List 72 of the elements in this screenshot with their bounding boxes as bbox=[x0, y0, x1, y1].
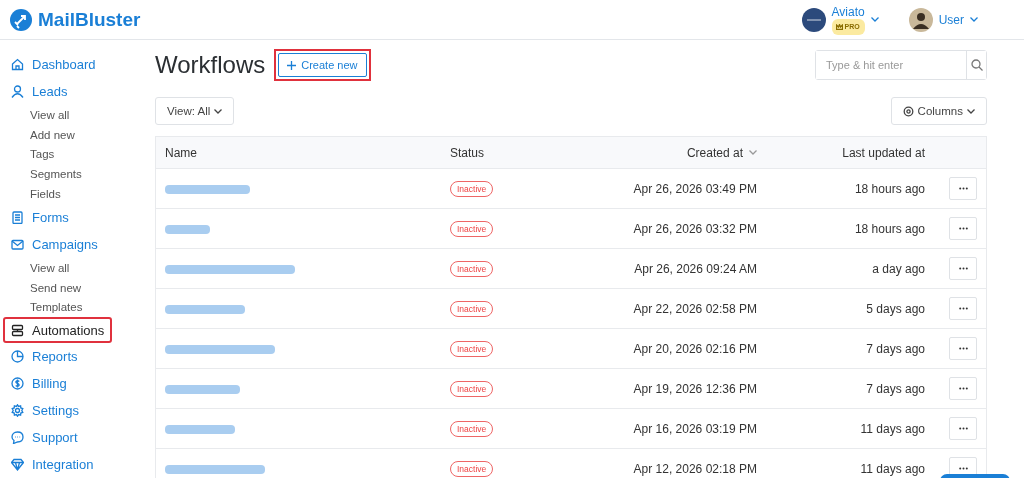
sidebar-item[interactable]: Leads bbox=[5, 78, 74, 105]
table-cell: 7 days ago bbox=[766, 328, 934, 369]
more-icon bbox=[958, 227, 968, 230]
more-icon bbox=[958, 467, 968, 470]
chevron-down-icon bbox=[970, 17, 978, 22]
sidebar-item[interactable]: Support bbox=[5, 424, 84, 452]
chat-icon bbox=[11, 431, 24, 445]
sidebar-item[interactable]: Dashboard bbox=[5, 51, 102, 78]
crown-icon bbox=[835, 23, 843, 30]
table-cell: Apr 26, 2026 09:24 AM bbox=[539, 248, 766, 289]
sidebar-subitem[interactable]: Send new bbox=[5, 277, 140, 298]
table-cell: a day ago bbox=[766, 248, 934, 289]
chevron-down-icon bbox=[967, 108, 975, 114]
sidebar-subitem[interactable]: Tags bbox=[5, 144, 140, 165]
table-cell: 11 days ago bbox=[766, 448, 934, 478]
search-button[interactable] bbox=[966, 51, 986, 79]
page-title: Workflows bbox=[155, 51, 266, 79]
table-cell: Apr 16, 2026 03:19 PM bbox=[539, 408, 766, 449]
person-icon bbox=[11, 85, 24, 98]
column-header[interactable]: Name bbox=[165, 145, 197, 160]
sidebar-item[interactable]: Automations bbox=[5, 319, 111, 342]
brand-name: MailBluster bbox=[38, 8, 141, 31]
more-icon bbox=[958, 267, 968, 270]
column-header[interactable]: Created at bbox=[686, 145, 757, 160]
create-new-button[interactable]: Create new bbox=[278, 53, 367, 77]
table-cell: Apr 20, 2026 02:16 PM bbox=[539, 328, 766, 369]
form-icon bbox=[11, 211, 24, 224]
more-icon bbox=[958, 187, 968, 190]
more-icon bbox=[958, 427, 968, 430]
chevron-down-icon bbox=[870, 17, 879, 22]
envelope-icon bbox=[11, 238, 24, 251]
sidebar-item[interactable]: Settings bbox=[5, 397, 85, 425]
pie-chart-icon bbox=[11, 350, 24, 364]
sort-caret-icon bbox=[749, 150, 757, 155]
sidebar-item[interactable]: Integration bbox=[5, 451, 100, 478]
diamond-icon bbox=[11, 458, 24, 472]
search-field[interactable]: Type & hit enter bbox=[815, 50, 987, 80]
table-cell: 18 hours ago bbox=[766, 208, 934, 249]
sidebar-item[interactable]: Reports bbox=[5, 343, 84, 371]
sidebar-subitem[interactable]: Add new bbox=[5, 124, 140, 145]
automation-icon bbox=[11, 323, 24, 337]
table-cell: Apr 22, 2026 02:58 PM bbox=[539, 288, 766, 329]
table-cell: Apr 26, 2026 03:32 PM bbox=[539, 208, 766, 249]
table-cell: 5 days ago bbox=[766, 288, 934, 329]
dollar-icon bbox=[11, 377, 24, 391]
sidebar-item[interactable]: Campaigns bbox=[5, 231, 104, 258]
sidebar-subitem[interactable]: View all bbox=[5, 105, 140, 125]
plus-icon bbox=[287, 60, 297, 70]
column-header[interactable]: Status bbox=[450, 145, 485, 160]
table-cell: 18 hours ago bbox=[766, 168, 934, 209]
table-cell: Apr 12, 2026 02:18 PM bbox=[539, 448, 766, 478]
more-icon bbox=[958, 387, 968, 390]
table-cell: Apr 26, 2026 03:49 PM bbox=[539, 168, 766, 209]
sidebar-item[interactable]: Billing bbox=[5, 370, 73, 398]
sidebar-subitem[interactable]: View all bbox=[5, 258, 140, 278]
sidebar-item[interactable]: Forms bbox=[5, 204, 75, 231]
chevron-down-icon bbox=[214, 108, 223, 114]
view-filter-dropdown[interactable]: View: All bbox=[155, 97, 235, 125]
table-cell: 7 days ago bbox=[766, 368, 934, 409]
sidebar-subitem[interactable]: Templates bbox=[5, 297, 140, 318]
table-cell: 11 days ago bbox=[766, 408, 934, 449]
more-icon bbox=[958, 347, 968, 350]
sidebar-subitem[interactable]: Fields bbox=[5, 184, 140, 204]
user-avatar-icon bbox=[908, 7, 933, 32]
home-icon bbox=[11, 58, 24, 71]
search-icon bbox=[970, 59, 983, 71]
table-cell: Apr 19, 2026 12:36 PM bbox=[539, 368, 766, 409]
sidebar-subitem[interactable]: Segments bbox=[5, 164, 140, 185]
user-menu[interactable]: User bbox=[908, 7, 978, 32]
more-icon bbox=[958, 307, 968, 310]
company-logo-icon bbox=[801, 7, 826, 32]
columns-button[interactable]: Columns bbox=[890, 97, 987, 125]
